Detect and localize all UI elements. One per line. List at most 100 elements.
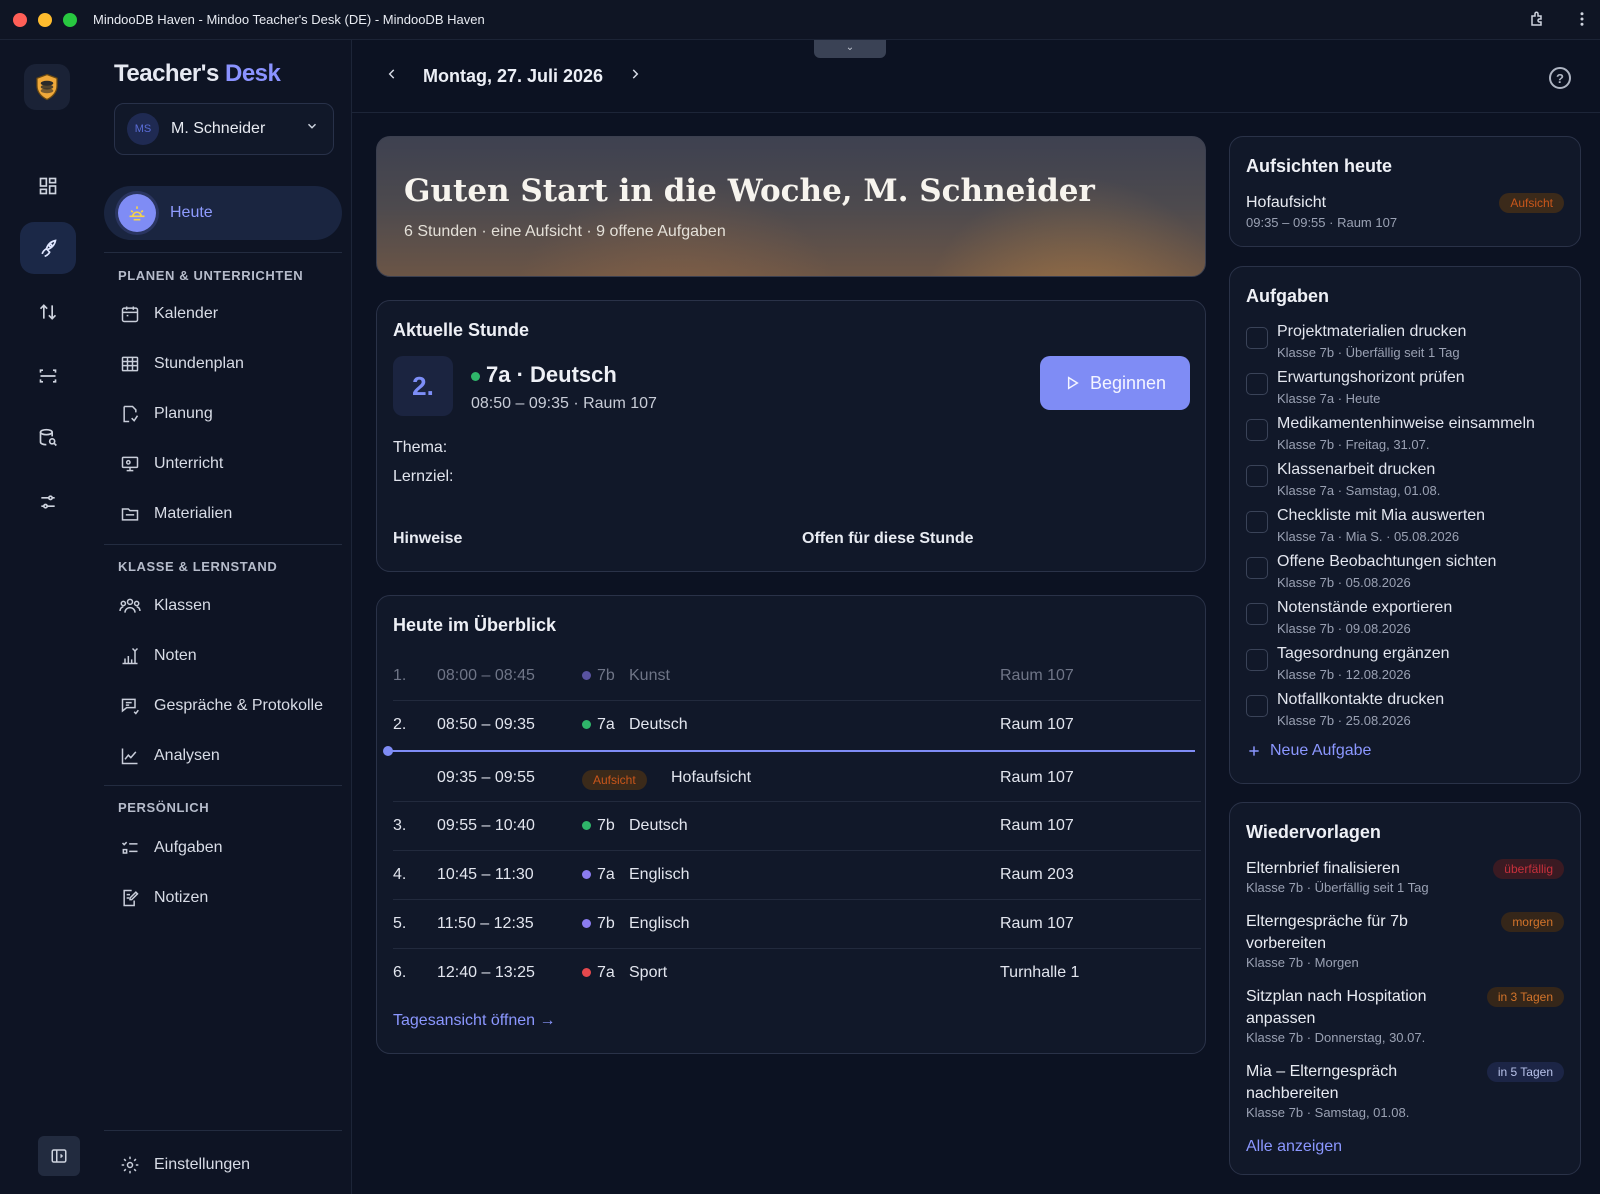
brand-title: Teacher's Desk <box>114 60 281 88</box>
sidebar-item-einstellungen[interactable]: Einstellungen <box>118 1153 250 1177</box>
maximize-window-button[interactable] <box>63 13 77 27</box>
sync-arrows-icon[interactable] <box>20 286 76 338</box>
show-all-link[interactable]: Alle anzeigen <box>1246 1138 1342 1156</box>
task-checkbox[interactable] <box>1246 557 1268 579</box>
task-checkbox[interactable] <box>1246 695 1268 717</box>
welcome-subtitle: 6 Stunden · eine Aufsicht · 9 offene Auf… <box>404 223 726 240</box>
sidebar-item-notizen[interactable]: Notizen <box>118 886 208 910</box>
followup-title: Mia – Elterngespräch nachbereiten <box>1246 1063 1398 1102</box>
divider <box>104 1130 342 1131</box>
database-search-icon[interactable] <box>20 412 76 464</box>
sidebar-item-label: Kalender <box>154 305 219 322</box>
followup-item[interactable]: Mia – Elterngespräch nachbereiten Klasse… <box>1246 1061 1478 1120</box>
sidebar-item-klassen[interactable]: Klassen <box>118 594 211 618</box>
icon-rail <box>0 40 94 1194</box>
sidebar-item-materialien[interactable]: Materialien <box>118 502 232 526</box>
task-title: Klassenarbeit drucken <box>1277 461 1436 478</box>
task-checkbox[interactable] <box>1246 603 1268 625</box>
sidebar-item-label: Einstellungen <box>154 1156 251 1173</box>
section-heading: PLANEN & UNTERRICHTEN <box>118 268 304 283</box>
task-detail: Klasse 7b · 05.08.2026 <box>1277 575 1411 590</box>
task-checkbox[interactable] <box>1246 465 1268 487</box>
task-checkbox[interactable] <box>1246 419 1268 441</box>
minimize-window-button[interactable] <box>38 13 52 27</box>
period-subject: Englisch <box>629 866 690 883</box>
sidebar-item-noten[interactable]: Noten <box>118 644 197 668</box>
period-time: 10:45 – 11:30 <box>437 866 534 883</box>
followup-item[interactable]: Elternbrief finalisieren Klasse 7b · Übe… <box>1246 858 1478 895</box>
task-checkbox[interactable] <box>1246 373 1268 395</box>
task-checkbox[interactable] <box>1246 327 1268 349</box>
scan-icon[interactable] <box>20 350 76 402</box>
task-title: Erwartungshorizont prüfen <box>1277 369 1465 386</box>
add-task-label: Neue Aufgabe <box>1270 742 1372 759</box>
status-badge: Aufsicht <box>582 770 647 790</box>
status-dot <box>471 371 480 381</box>
user-select[interactable]: MS M. Schneider <box>114 103 334 155</box>
gear-icon <box>118 1153 142 1177</box>
task-detail: Klasse 7a · Heute <box>1277 391 1381 406</box>
sidebar-item-label: Materialien <box>154 505 233 522</box>
sidebar-item-analysen[interactable]: Analysen <box>118 744 220 768</box>
topic-label: Thema: <box>393 439 448 456</box>
chevron-left-icon[interactable] <box>385 66 399 87</box>
day-overview-card: Heute im Überblick 1. 08:00 – 08:45 7b K… <box>376 595 1206 1054</box>
calendar-icon <box>118 302 142 326</box>
period-num: 2. <box>393 716 407 733</box>
open-day-view-link[interactable]: Tagesansicht öffnen → <box>393 1012 555 1030</box>
task-checkbox[interactable] <box>1246 511 1268 533</box>
extension-icon[interactable] <box>1528 10 1548 30</box>
add-task-button[interactable]: Neue Aufgabe <box>1246 742 1371 760</box>
period-room: Raum 107 <box>1000 817 1074 834</box>
class-label: 7b <box>597 667 615 684</box>
period-number: 2. <box>393 356 453 416</box>
window-title: MindooDB Haven - Mindoo Teacher's Desk (… <box>93 12 485 27</box>
followup-item[interactable]: Elterngespräche für 7b vorbereiten Klass… <box>1246 911 1478 970</box>
period-time: 09:55 – 10:40 <box>437 817 535 834</box>
status-dot <box>582 720 591 729</box>
window-titlebar: MindooDB Haven - Mindoo Teacher's Desk (… <box>0 0 1600 40</box>
sidebar-item-stundenplan[interactable]: Stundenplan <box>118 352 244 376</box>
chevron-right-icon[interactable] <box>628 66 642 87</box>
class-label: 7a <box>597 964 615 981</box>
begin-button[interactable]: Beginnen <box>1040 356 1190 410</box>
task-title: Notenstände exportieren <box>1277 599 1453 616</box>
card-title: Heute im Überblick <box>393 615 557 635</box>
close-window-button[interactable] <box>13 13 27 27</box>
card-title: Aufgaben <box>1246 286 1329 306</box>
chat-icon <box>118 694 142 718</box>
followup-detail: Klasse 7b · Morgen <box>1246 955 1359 970</box>
supervision-detail: 09:35 – 09:55 · Raum 107 <box>1246 215 1398 230</box>
row-divider <box>393 899 1201 900</box>
note-edit-icon <box>118 886 142 910</box>
users-icon <box>118 594 142 618</box>
period-subject: Hofaufsicht <box>671 769 752 786</box>
play-icon <box>1067 376 1079 390</box>
more-vertical-icon[interactable] <box>1572 10 1592 30</box>
sidebar-item-label: Stundenplan <box>154 355 244 372</box>
period-room: Raum 107 <box>1000 769 1074 786</box>
settings-sliders-icon[interactable] <box>20 476 76 528</box>
sidebar-item-heute[interactable]: Heute <box>104 186 342 240</box>
pull-down-tab[interactable]: ⌄ <box>814 40 886 58</box>
sidebar-item-planung[interactable]: Planung <box>118 402 213 426</box>
help-icon[interactable]: ? <box>1549 67 1571 89</box>
task-checkbox[interactable] <box>1246 649 1268 671</box>
period-time: 11:50 – 12:35 <box>437 915 534 932</box>
sidebar-item-kalender[interactable]: Kalender <box>118 302 218 326</box>
goal-label: Lernziel: <box>393 468 454 485</box>
sidebar-toggle-icon[interactable] <box>38 1136 80 1176</box>
period-time: 09:35 – 09:55 <box>437 769 535 786</box>
app-logo <box>24 64 70 110</box>
supervision-name: Hofaufsicht <box>1246 194 1327 211</box>
status-dot <box>582 821 591 830</box>
dashboard-icon[interactable] <box>20 160 76 212</box>
sidebar-item-gespraeche[interactable]: Gespräche & Protokolle <box>118 694 323 718</box>
card-title: Aufsichten heute <box>1246 156 1393 176</box>
sidebar-item-label: Gespräche & Protokolle <box>154 697 323 714</box>
line-chart-icon <box>118 744 142 768</box>
sidebar-item-unterricht[interactable]: Unterricht <box>118 452 223 476</box>
followup-item[interactable]: Sitzplan nach Hospitation anpassen Klass… <box>1246 986 1478 1045</box>
rocket-icon[interactable] <box>20 222 76 274</box>
sidebar-item-aufgaben[interactable]: Aufgaben <box>118 836 223 860</box>
